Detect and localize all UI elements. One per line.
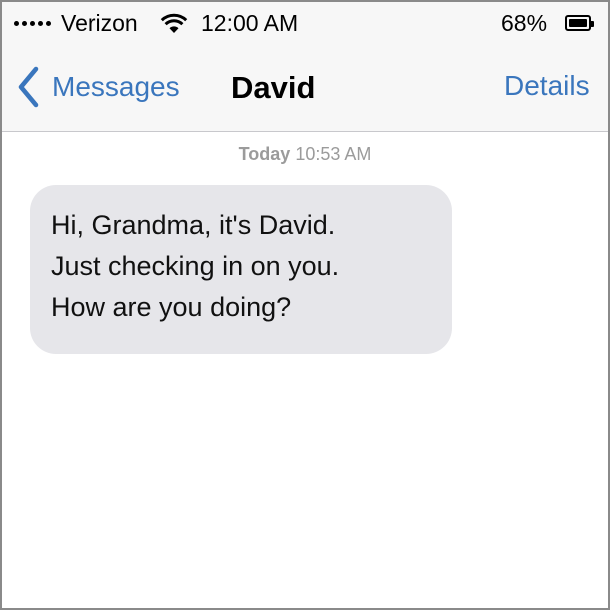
timestamp-day: Today: [238, 144, 291, 164]
message-text-line: Hi, Grandma, it's David.: [51, 210, 336, 240]
timestamp-time: 10:53 AM: [295, 144, 372, 164]
chevron-left-icon: [18, 66, 39, 108]
carrier-name: Verizon: [61, 10, 138, 36]
back-to-messages-button[interactable]: Messages: [16, 66, 180, 108]
navigation-bar: Messages David Details: [2, 46, 608, 132]
details-button[interactable]: Details: [504, 70, 590, 102]
messages-screen: Verizon 12:00 AM 68% Messages David Deta…: [0, 0, 610, 610]
back-button-label: Messages: [52, 71, 180, 102]
battery-percent: 68%: [501, 10, 548, 36]
clock: 12:00 AM: [201, 10, 299, 36]
battery-icon: [565, 15, 594, 31]
incoming-message-bubble[interactable]: Hi, Grandma, it's David. Just checking i…: [30, 185, 452, 354]
message-text-line: How are you doing?: [51, 292, 292, 322]
signal-strength-icon: [14, 21, 51, 26]
message-timestamp: Today 10:53 AM: [2, 144, 608, 165]
conversation-title: David: [231, 70, 316, 105]
wifi-icon: [160, 13, 188, 33]
status-bar: Verizon 12:00 AM 68%: [2, 2, 608, 46]
message-text-line: Just checking in on you.: [51, 251, 340, 281]
